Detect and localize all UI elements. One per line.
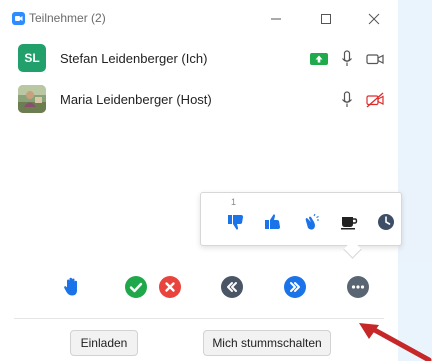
- video-camera-icon[interactable]: [366, 50, 384, 68]
- mute-self-button[interactable]: Mich stummschalten: [203, 330, 331, 356]
- maximize-button[interactable]: [312, 6, 340, 32]
- window-title: Teilnehmer (2): [29, 11, 106, 25]
- share-screen-icon: [310, 50, 328, 68]
- clap-icon[interactable]: [300, 211, 322, 233]
- participants-window: Teilnehmer (2) SL Stefan Leidenberger (I…: [0, 0, 402, 361]
- microphone-icon[interactable]: [338, 91, 356, 109]
- raise-hand-icon[interactable]: [61, 276, 83, 298]
- reaction-count: 1: [231, 197, 237, 207]
- title-bar: Teilnehmer (2): [0, 0, 398, 38]
- participant-row[interactable]: Maria Leidenberger (Host): [0, 83, 398, 117]
- avatar: [18, 85, 46, 113]
- annotation-arrow: [359, 323, 432, 361]
- invite-button[interactable]: Einladen: [70, 330, 138, 356]
- clock-icon[interactable]: [375, 211, 397, 233]
- thumbs-up-icon[interactable]: [262, 211, 284, 233]
- faster-icon[interactable]: [284, 276, 306, 298]
- no-icon[interactable]: [159, 276, 181, 298]
- divider: [14, 318, 384, 319]
- reactions-popup: 1: [200, 192, 402, 246]
- video-off-icon[interactable]: [366, 91, 384, 109]
- more-icon[interactable]: [347, 276, 369, 298]
- minimize-button[interactable]: [262, 6, 290, 32]
- participant-name: Maria Leidenberger (Host): [60, 92, 212, 107]
- thumbs-down-icon[interactable]: [225, 211, 247, 233]
- participant-row[interactable]: SL Stefan Leidenberger (Ich): [0, 42, 398, 76]
- close-button[interactable]: [360, 6, 388, 32]
- microphone-icon[interactable]: [338, 50, 356, 68]
- zoom-app-icon: [12, 12, 25, 25]
- participant-name: Stefan Leidenberger (Ich): [60, 51, 208, 66]
- yes-icon[interactable]: [125, 276, 147, 298]
- coffee-icon[interactable]: [338, 211, 360, 233]
- slower-icon[interactable]: [221, 276, 243, 298]
- background-area: [398, 0, 432, 170]
- avatar: SL: [18, 44, 46, 72]
